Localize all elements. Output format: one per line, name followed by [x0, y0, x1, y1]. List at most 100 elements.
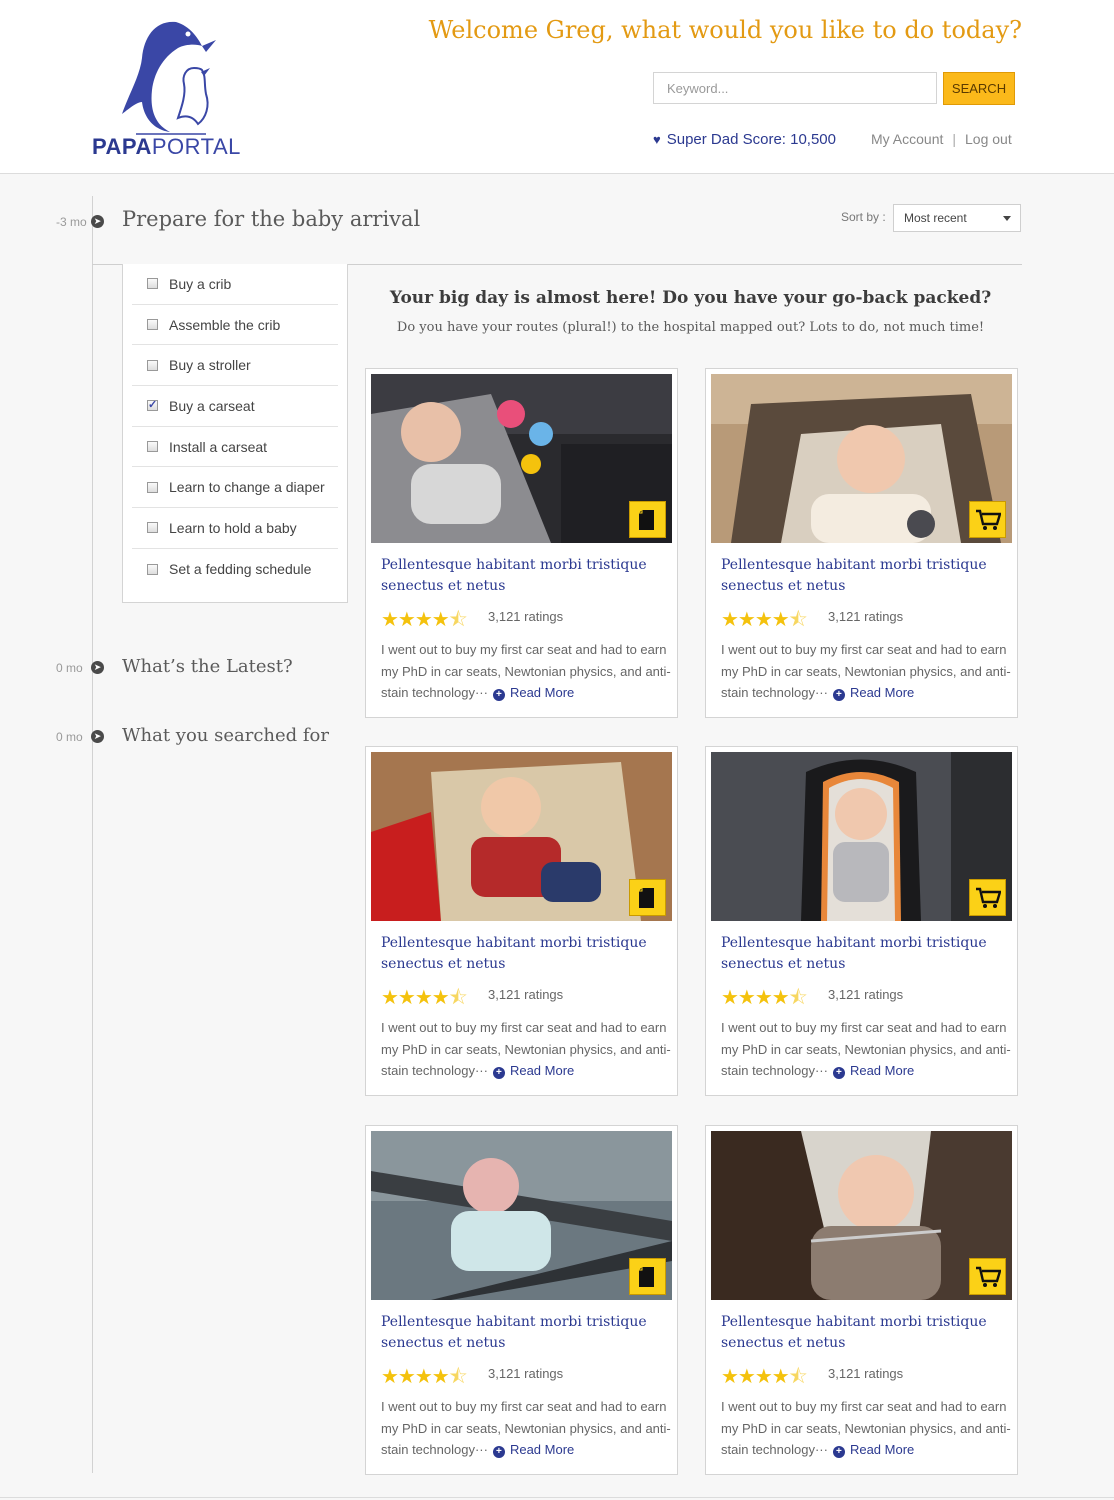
- checkbox[interactable]: [147, 319, 158, 331]
- article-card[interactable]: Pellentesque habitant morbi tristique se…: [705, 1125, 1018, 1475]
- baby-carseat-photo[interactable]: [711, 752, 1012, 921]
- half-star-icon: ⯪: [788, 1366, 808, 1388]
- sort-dropdown[interactable]: Most recent: [893, 204, 1021, 232]
- ratings-count: 3,121 ratings: [828, 1366, 904, 1381]
- cart-icon[interactable]: [969, 879, 1006, 916]
- log-out-link[interactable]: Log out: [965, 131, 1012, 147]
- checklist-item[interactable]: Buy a stroller: [132, 345, 338, 387]
- read-more-label: Read More: [849, 1063, 915, 1078]
- checklist-label: Learn to change a diaper: [169, 479, 325, 496]
- penguin-icon: [122, 21, 216, 135]
- checklist-item[interactable]: Learn to change a diaper: [132, 467, 338, 509]
- article-card[interactable]: Pellentesque habitant morbi tristique se…: [365, 368, 678, 718]
- read-more-label: Read More: [509, 1442, 575, 1457]
- chevron-down-icon: [1003, 216, 1011, 221]
- read-more-link[interactable]: + Read More: [832, 685, 914, 701]
- card-description: I went out to buy my first car seat and …: [381, 1396, 671, 1461]
- checkbox[interactable]: [147, 563, 158, 575]
- baby-carseat-photo[interactable]: [371, 374, 672, 543]
- card-title[interactable]: Pellentesque habitant morbi tristique se…: [721, 555, 1011, 597]
- checklist-item[interactable]: Learn to hold a baby: [132, 508, 338, 549]
- checkbox[interactable]: [147, 441, 158, 453]
- ratings-count: 3,121 ratings: [488, 987, 564, 1002]
- checkbox[interactable]: [147, 278, 158, 290]
- checklist-label: Buy a crib: [169, 275, 232, 292]
- card-title[interactable]: Pellentesque habitant morbi tristique se…: [721, 933, 1011, 975]
- cart-icon[interactable]: [969, 1258, 1006, 1295]
- baby-carseat-photo[interactable]: [711, 1131, 1012, 1300]
- heart-icon: ♥: [653, 132, 661, 147]
- search-button[interactable]: SEARCH: [943, 72, 1015, 105]
- timeline-arrow-icon[interactable]: ➤: [91, 215, 104, 228]
- baby-carseat-photo[interactable]: [371, 1131, 672, 1300]
- welcome-message: Welcome Greg, what would you like to do …: [428, 16, 1022, 44]
- half-star-icon: ⯪: [788, 987, 808, 1009]
- ratings-count: 3,121 ratings: [828, 609, 904, 624]
- checkbox-checked[interactable]: [147, 398, 158, 412]
- score-text: Super Dad Score: 10,500: [666, 131, 836, 148]
- ratings-count: 3,121 ratings: [828, 987, 904, 1002]
- article-card[interactable]: Pellentesque habitant morbi tristique se…: [705, 368, 1018, 718]
- timeline-arrow-icon[interactable]: ➤: [91, 730, 104, 743]
- checklist-item[interactable]: Set a fedding schedule: [132, 549, 338, 590]
- card-title[interactable]: Pellentesque habitant morbi tristique se…: [381, 933, 671, 975]
- card-title[interactable]: Pellentesque habitant morbi tristique se…: [381, 1312, 671, 1354]
- star-rating: ★★★★⯪: [721, 609, 808, 631]
- checkbox[interactable]: [147, 522, 158, 534]
- plus-circle-icon: +: [832, 1446, 845, 1458]
- read-more-label: Read More: [849, 1442, 915, 1457]
- footer-divider: [0, 1497, 1114, 1498]
- logo-portal: PORTAL: [151, 134, 241, 159]
- section-title-searched[interactable]: What you searched for: [122, 725, 329, 746]
- section-title-prepare[interactable]: Prepare for the baby arrival: [122, 207, 420, 231]
- card-description: I went out to buy my first car seat and …: [381, 639, 671, 704]
- ratings-count: 3,121 ratings: [488, 1366, 564, 1381]
- super-dad-score: ♥ Super Dad Score: 10,500: [653, 131, 836, 148]
- read-more-link[interactable]: + Read More: [492, 685, 575, 701]
- sort-value: Most recent: [904, 211, 967, 225]
- read-more-label: Read More: [509, 685, 575, 700]
- document-icon[interactable]: [629, 1258, 666, 1295]
- document-icon[interactable]: [629, 501, 666, 538]
- half-star-icon: ⯪: [448, 609, 468, 631]
- plus-circle-icon: +: [492, 1067, 505, 1079]
- read-more-link[interactable]: + Read More: [832, 1063, 915, 1079]
- checkbox[interactable]: [147, 359, 158, 371]
- read-more-link[interactable]: + Read More: [832, 1442, 915, 1458]
- article-card[interactable]: Pellentesque habitant morbi tristique se…: [365, 1125, 678, 1475]
- section-title-latest[interactable]: What’s the Latest?: [122, 656, 293, 677]
- card-title[interactable]: Pellentesque habitant morbi tristique se…: [381, 555, 671, 597]
- my-account-link[interactable]: My Account: [871, 131, 943, 147]
- checkbox[interactable]: [147, 481, 158, 493]
- card-description: I went out to buy my first car seat and …: [721, 1017, 1011, 1082]
- half-star-icon: ⯪: [788, 609, 808, 631]
- read-more-label: Read More: [509, 1063, 575, 1078]
- checklist-item[interactable]: Buy a carseat: [132, 386, 338, 427]
- timeline-arrow-icon[interactable]: ➤: [91, 661, 104, 674]
- baby-carseat-photo[interactable]: [711, 374, 1012, 543]
- logo[interactable]: PAPAPORTAL: [92, 18, 242, 160]
- cart-icon[interactable]: [969, 501, 1006, 538]
- logo-text: PAPAPORTAL: [92, 134, 241, 160]
- checklist-label: Learn to hold a baby: [169, 519, 297, 536]
- article-card[interactable]: Pellentesque habitant morbi tristique se…: [365, 746, 678, 1096]
- checklist-label: Assemble the crib: [169, 316, 281, 333]
- star-rating: ★★★★⯪: [381, 609, 468, 631]
- read-more-link[interactable]: + Read More: [492, 1442, 575, 1458]
- star-rating: ★★★★⯪: [381, 987, 468, 1009]
- article-card[interactable]: Pellentesque habitant morbi tristique se…: [705, 746, 1018, 1096]
- checklist-item[interactable]: Buy a crib: [132, 264, 338, 305]
- search-input[interactable]: [653, 72, 937, 104]
- checklist-item[interactable]: Install a carseat: [132, 427, 338, 468]
- card-description: I went out to buy my first car seat and …: [721, 1396, 1011, 1461]
- half-star-icon: ⯪: [448, 1366, 468, 1388]
- checklist-label: Buy a stroller: [169, 357, 251, 374]
- ratings-count: 3,121 ratings: [488, 609, 564, 624]
- baby-carseat-photo[interactable]: [371, 752, 672, 921]
- plus-circle-icon: +: [832, 689, 845, 701]
- checklist-label: Buy a carseat: [169, 397, 255, 414]
- document-icon[interactable]: [629, 879, 666, 916]
- read-more-link[interactable]: + Read More: [492, 1063, 575, 1079]
- checklist-item[interactable]: Assemble the crib: [132, 305, 338, 346]
- card-title[interactable]: Pellentesque habitant morbi tristique se…: [721, 1312, 1011, 1354]
